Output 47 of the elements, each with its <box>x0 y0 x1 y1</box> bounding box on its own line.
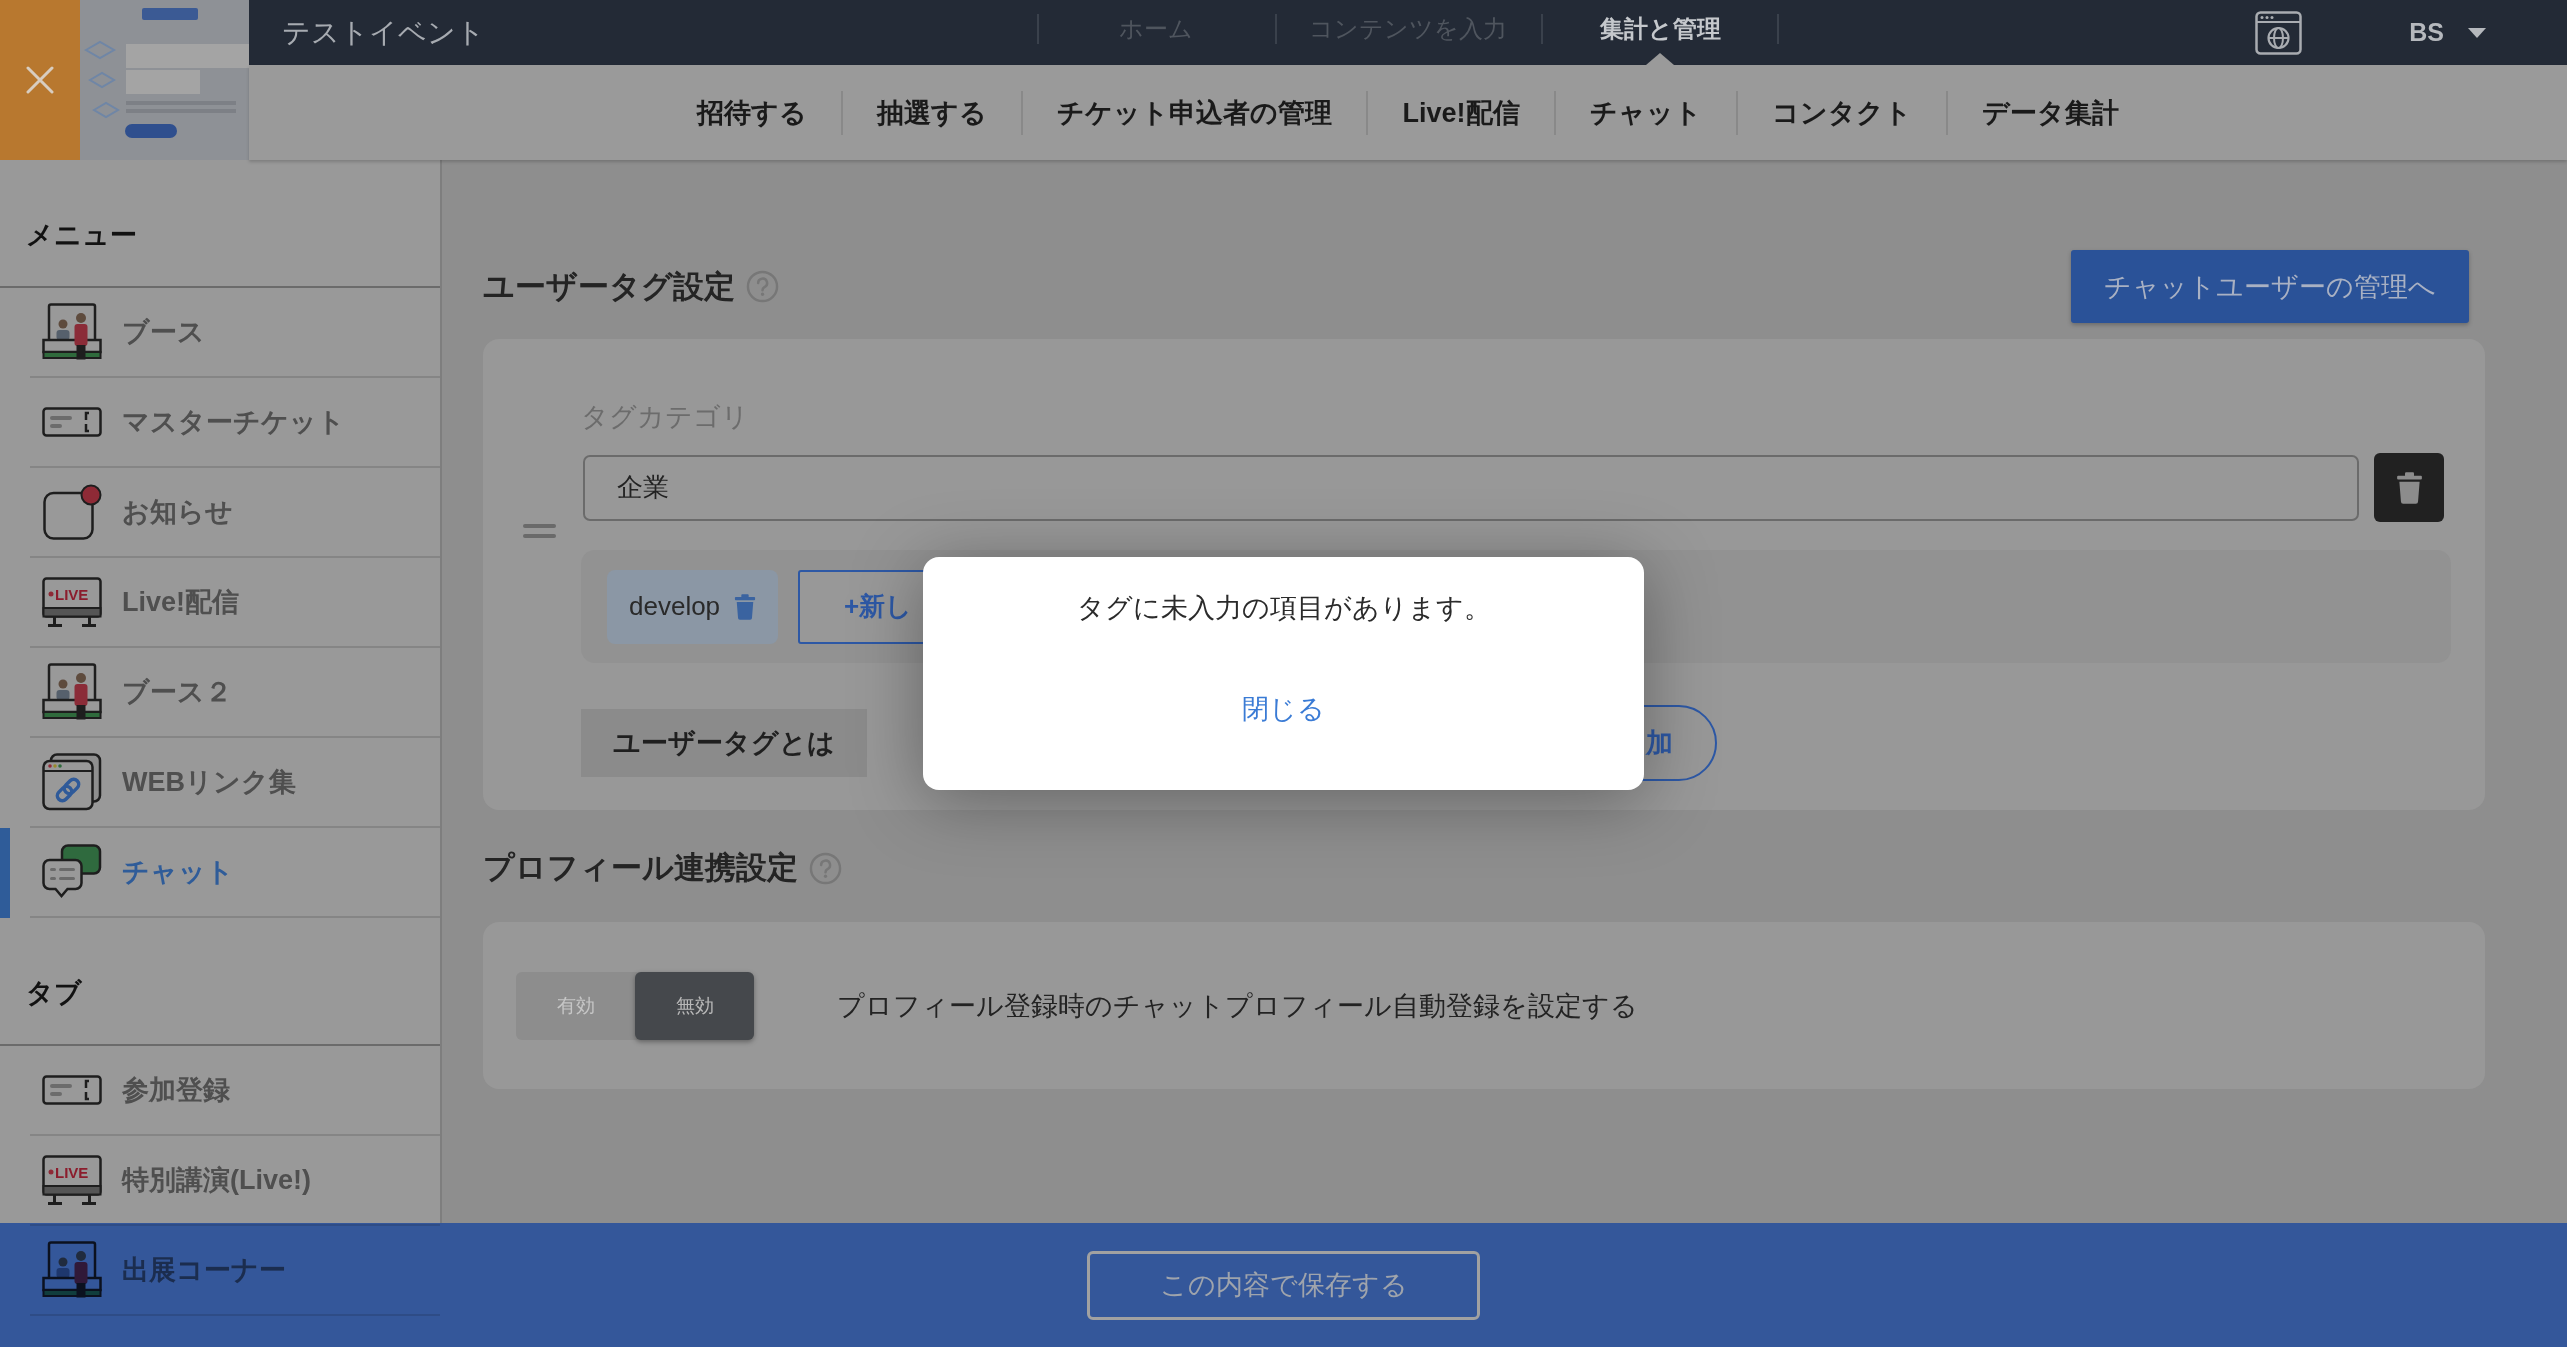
toggle-option[interactable]: 有効 <box>516 972 635 1040</box>
nav-link[interactable]: データ集計 <box>1945 90 2153 135</box>
sidebar-heading: タブ <box>26 977 82 1010</box>
sidebar-item[interactable]: ブース <box>0 288 440 378</box>
category-input-field[interactable]: 企業 <box>583 454 2359 521</box>
sidebar-item[interactable]: お知らせ <box>0 468 440 558</box>
close-icon <box>26 66 54 94</box>
sidebar-item[interactable]: 出展コーナー <box>0 1226 440 1316</box>
nav-link[interactable]: Live!配信 <box>1366 90 1554 135</box>
sidebar-item[interactable]: LIVE Live!配信 <box>0 558 440 648</box>
trash-icon[interactable] <box>2395 471 2423 504</box>
sidebar-item[interactable]: WEBリンク集 <box>0 738 440 828</box>
tag-label: develop <box>629 591 721 622</box>
nav-link[interactable]: 抽選する <box>841 90 1022 135</box>
caret-icon <box>2468 27 2486 38</box>
manage-chat-users-button[interactable]: チャットユーザーの管理へ <box>2071 250 2469 323</box>
section-heading: プロフィール連携設定 <box>483 849 798 887</box>
save-button[interactable]: この内容で保存する <box>1087 1250 1480 1320</box>
event-title: テストイベント <box>282 15 485 50</box>
notification-icon <box>42 484 102 540</box>
sidebar-item[interactable]: ブース２ <box>0 648 440 738</box>
web-link-icon <box>42 753 102 811</box>
booth-icon <box>42 303 102 361</box>
drag-handle-icon[interactable] <box>523 524 556 538</box>
dialog-message: タグに未入力の項目があります。 <box>1076 592 1491 625</box>
booth-icon <box>42 1241 102 1299</box>
close-dialog-button[interactable]: 閉じる <box>1242 691 1325 727</box>
nav-link[interactable]: チケット申込者の管理 <box>1021 90 1367 135</box>
toggle-option[interactable]: 無効 <box>635 972 754 1040</box>
about-user-tags-button[interactable]: ユーザータグとは <box>581 709 867 777</box>
sidebar-item[interactable]: チャット <box>0 828 440 918</box>
nav-link[interactable]: コンタクト <box>1735 90 1946 135</box>
chat-bubbles-icon <box>42 844 102 900</box>
browser-globe-icon[interactable] <box>2255 10 2303 55</box>
sidebar-item[interactable]: LIVE 特別講演(Live!) <box>0 1136 440 1226</box>
nav-link[interactable]: 招待する <box>663 90 842 135</box>
sidebar-item[interactable]: マスターチケット <box>0 378 440 468</box>
account-button[interactable]: BS <box>2409 18 2486 47</box>
delete-button[interactable] <box>2374 453 2444 522</box>
section-heading: ユーザータグ設定 <box>483 267 735 306</box>
ticket-icon <box>42 1075 102 1105</box>
nav-link[interactable]: チャット <box>1553 90 1736 135</box>
setting-description: プロフィール登録時のチャットプロフィール自動登録を設定する <box>837 990 1638 1023</box>
ticket-icon <box>42 407 102 437</box>
booth-icon <box>42 663 102 721</box>
sidebar-item[interactable]: 参加登録 <box>0 1046 440 1136</box>
sidebar-heading: メニュー <box>26 219 137 252</box>
